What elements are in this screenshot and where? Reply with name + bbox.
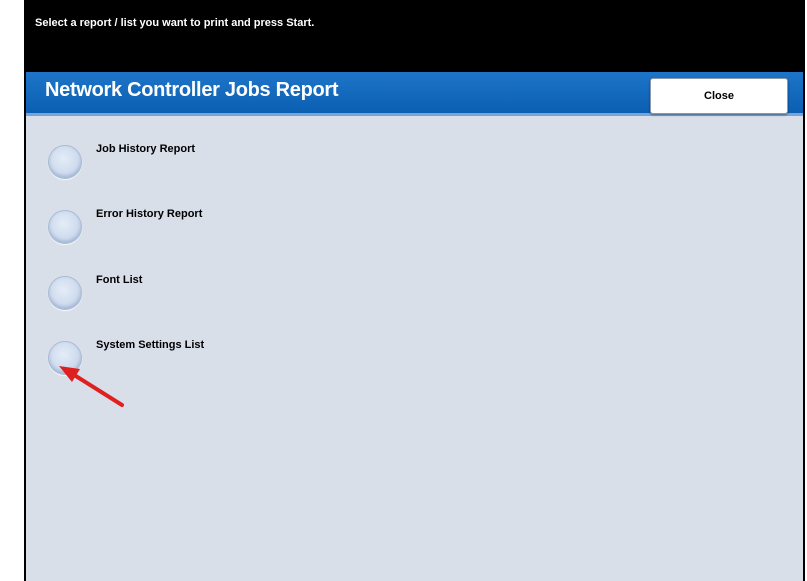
- radio-button[interactable]: [48, 210, 82, 244]
- option-job-history-report[interactable]: Job History Report: [48, 143, 348, 185]
- instruction-text: Select a report / list you want to print…: [35, 17, 315, 29]
- option-system-settings-list[interactable]: System Settings List: [48, 339, 348, 381]
- option-label: Font List: [96, 274, 143, 286]
- device-screen: Select a report / list you want to print…: [24, 0, 805, 581]
- option-font-list[interactable]: Font List: [48, 274, 348, 316]
- instruction-bar: Select a report / list you want to print…: [26, 0, 803, 72]
- option-label: System Settings List: [96, 339, 205, 351]
- option-label: Job History Report: [96, 143, 196, 155]
- option-error-history-report[interactable]: Error History Report: [48, 208, 348, 250]
- radio-button[interactable]: [48, 341, 82, 375]
- radio-button[interactable]: [48, 276, 82, 310]
- close-button[interactable]: Close: [650, 78, 788, 114]
- radio-button[interactable]: [48, 145, 82, 179]
- title-bar: Network Controller Jobs Report Close: [26, 72, 803, 116]
- page-title: Network Controller Jobs Report: [45, 79, 339, 101]
- option-label: Error History Report: [96, 208, 203, 220]
